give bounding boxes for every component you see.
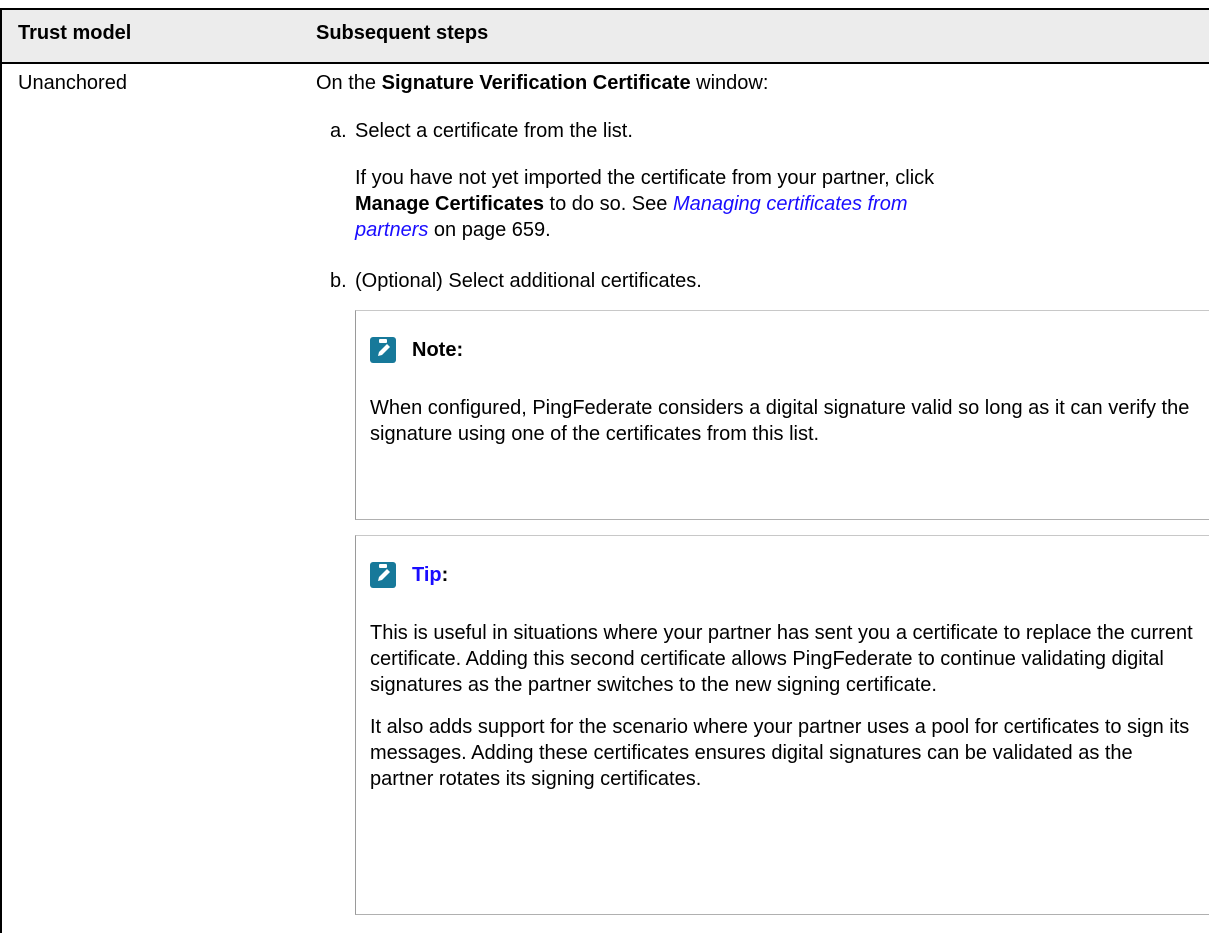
trust-model-table: Trust model Subsequent steps Unanchored … bbox=[0, 0, 1209, 933]
table-left-border bbox=[0, 8, 2, 933]
pencil-note-icon bbox=[370, 562, 396, 588]
tip-callout: Tip: This is useful in situations where … bbox=[355, 535, 1209, 915]
trust-model-cell: Unanchored bbox=[18, 72, 127, 94]
header-bottom-border bbox=[0, 62, 1209, 64]
note-title: Note: bbox=[412, 338, 464, 361]
tip-paragraph: It also adds support for the scenario wh… bbox=[370, 716, 1190, 790]
page-reference: on page 659. bbox=[428, 219, 551, 241]
pencil-note-icon bbox=[370, 337, 396, 363]
tip-paragraph: This is useful in situations where your … bbox=[370, 622, 1193, 696]
note-body: When configured, PingFederate considers … bbox=[370, 397, 1190, 445]
column-header-trust-model: Trust model bbox=[18, 22, 132, 44]
tip-title-suffix: : bbox=[441, 563, 449, 586]
tip-title: Tip: bbox=[412, 564, 448, 587]
table-top-border bbox=[0, 8, 1209, 10]
managing-certificates-link[interactable]: Managing certificates from bbox=[673, 193, 908, 215]
step-b-text: (Optional) Select additional certificate… bbox=[355, 270, 702, 292]
intro-prefix: On the bbox=[316, 72, 382, 94]
note-callout: Note: When configured, PingFederate cons… bbox=[355, 310, 1209, 520]
column-header-subsequent-steps: Subsequent steps bbox=[316, 22, 489, 44]
tip-heading: Tip: bbox=[370, 562, 448, 588]
step-a-marker: a. bbox=[330, 120, 347, 142]
intro-suffix: window: bbox=[690, 72, 769, 94]
steps-intro: On the Signature Verification Certificat… bbox=[316, 70, 768, 96]
step-a-detail-mid: to do so. See bbox=[543, 193, 673, 215]
note-heading: Note: bbox=[370, 337, 463, 363]
managing-certificates-link-continued[interactable]: partners bbox=[355, 219, 428, 241]
step-b-marker: b. bbox=[330, 270, 347, 292]
tip-body: This is useful in situations where your … bbox=[370, 620, 1200, 808]
window-name: Signature Verification Certificate bbox=[381, 72, 691, 94]
manage-certificates-label: Manage Certificates bbox=[355, 193, 544, 215]
step-a-text: Select a certificate from the list. bbox=[355, 120, 633, 142]
step-a-detail-text: If you have not yet imported the certifi… bbox=[355, 167, 935, 189]
tip-link[interactable]: Tip bbox=[412, 564, 442, 586]
table-header-row bbox=[2, 10, 1209, 62]
step-a-detail: If you have not yet imported the certifi… bbox=[355, 165, 1155, 243]
